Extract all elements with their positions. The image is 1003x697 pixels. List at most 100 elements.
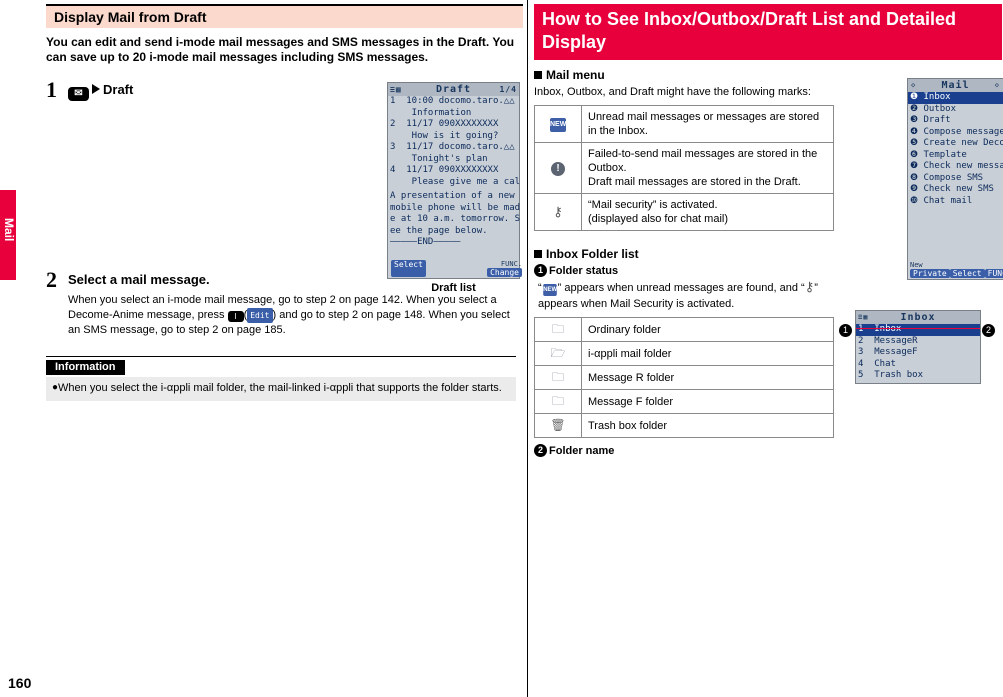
inbox-row[interactable]: 5 Trash box — [856, 370, 980, 382]
mail-screen-wrap: ◇ Mail ◇ ❶ Inbox ❷ Outbox ❸ Draft ❹ Comp… — [907, 78, 1003, 280]
information-item: When you select the i-αppli mail folder,… — [58, 382, 502, 394]
mail-screen-softkeys: New Private Select FUNC. — [908, 261, 1003, 278]
exclamation-icon: ! — [551, 161, 565, 176]
mail-menu-item-outbox[interactable]: ❷ Outbox — [908, 104, 1003, 116]
new-mail-icon: NEW — [550, 118, 566, 132]
key-lock-icon-cell: ⚷ — [534, 193, 582, 231]
step-2-head: Select a mail message. — [68, 272, 210, 287]
draft-row[interactable]: 3 11/17 docomo.taro.△△ — [388, 142, 519, 154]
diamond-right-icon: ◇ — [994, 81, 1000, 89]
folder-status-desc-a: “ — [538, 282, 542, 294]
table-row: ⚷ “Mail security” is activated. (display… — [534, 193, 834, 231]
mail-menu-item-create-decome-anime[interactable]: ❺ Create new Decome-Anime — [908, 138, 1003, 150]
information-block: Information ●When you select the i-αppli… — [46, 356, 523, 401]
folder-type-table: 🗀 Ordinary folder 🗁 i-αppli mail folder … — [534, 317, 834, 438]
mail-menu-row-text-2b: Draft mail messages are stored in the Dr… — [588, 176, 801, 188]
folder-status-desc-b: ” appears when unread messages are found… — [557, 282, 805, 294]
mail-menu-item-chat-mail[interactable]: ❿ Chat mail — [908, 196, 1003, 208]
folder-type-text: Trash box folder — [581, 413, 834, 438]
draft-screen-wrap: ≡▦ Draft 1/4 1 10:00 docomo.taro.△△ Info… — [387, 82, 522, 294]
mail-menu-item-template[interactable]: ❻ Template — [908, 150, 1003, 162]
callout-1: 1 — [839, 324, 852, 337]
mail-menu-row-text-2a: Failed-to-send mail messages are stored … — [588, 148, 818, 174]
softkey-select-mail[interactable]: Select — [949, 269, 985, 278]
inbox-row[interactable]: 3 MessageF — [856, 347, 980, 359]
draft-preview-line: ee the page below. — [390, 225, 488, 236]
new-mail-icon-cell: NEW — [534, 105, 582, 143]
mail-menu-row-text-3: “Mail security” is activated. (displayed… — [581, 193, 834, 231]
step-2-body: When you select an i-mode mail message, … — [68, 294, 510, 336]
callout-line — [856, 328, 980, 330]
message-f-folder-icon-cell: 🗀 — [534, 389, 582, 414]
mail-menu-item-inbox[interactable]: ❶ Inbox — [908, 92, 1003, 104]
table-row: 🗀 Message R folder — [534, 365, 834, 390]
folder-type-text: Ordinary folder — [581, 317, 834, 342]
draft-row[interactable]: 2 11/17 090XXXXXXXX — [388, 119, 519, 131]
inbox-row[interactable]: 2 MessageR — [856, 336, 980, 348]
folder-status-label-text: Folder status — [549, 265, 619, 277]
mail-menu-item-check-new-messages[interactable]: ❼ Check new messages — [908, 161, 1003, 173]
square-bullet-icon — [534, 71, 542, 79]
inbox-screen: ≡▦ Inbox 1 Inbox 2 MessageR 3 MessageF 4… — [855, 310, 981, 384]
inbox-folder-heading-label: Inbox Folder list — [546, 247, 639, 261]
mail-screen-titlebar: ◇ Mail ◇ — [908, 79, 1003, 92]
table-row: 🗀 Message F folder — [534, 389, 834, 414]
diamond-left-icon: ◇ — [911, 81, 917, 89]
section-title: Display Mail from Draft — [46, 4, 523, 28]
mail-key-icon: ✉ — [68, 87, 89, 101]
mail-menu-heading-label: Mail menu — [546, 68, 605, 82]
draft-row[interactable]: How is it going? — [388, 131, 519, 143]
table-row: NEW Unread mail messages or messages are… — [534, 105, 834, 143]
draft-preview-line: mobile phone will be mad — [390, 202, 521, 213]
softkey-func[interactable]: FUNC. — [501, 260, 522, 268]
callout-2: 2 — [982, 324, 995, 337]
marker-1: 1 — [534, 264, 547, 277]
step-2: 2 Select a mail message. When you select… — [46, 267, 523, 338]
inbox-screen-titlebar: ≡▦ Inbox — [856, 311, 980, 324]
folder-type-text: Message F folder — [581, 389, 834, 414]
folder-name-label: 2 Folder name — [534, 444, 1002, 457]
mail-menu-item-draft[interactable]: ❸ Draft — [908, 115, 1003, 127]
inbox-screen-title: Inbox — [900, 312, 936, 323]
side-tab-label: Mail — [2, 218, 16, 242]
iappli-mail-folder-icon: 🗁 — [550, 346, 566, 360]
softkey-new[interactable]: New — [910, 261, 923, 269]
left-column: Display Mail from Draft You can edit and… — [46, 0, 523, 401]
draft-row[interactable]: 4 11/17 090XXXXXXXX — [388, 165, 519, 177]
draft-row[interactable]: Tonight's plan — [388, 154, 519, 166]
square-bullet-icon-2 — [534, 250, 542, 258]
table-row: 🗑 Trash box folder — [534, 413, 834, 438]
table-row: 🗀 Ordinary folder — [534, 317, 834, 342]
page-number: 160 — [8, 675, 32, 691]
mail-menu-item-check-new-sms[interactable]: ❾ Check new SMS — [908, 184, 1003, 196]
key-lock-icon: ⚷ — [553, 203, 563, 219]
step-2-number: 2 — [46, 267, 57, 292]
draft-row[interactable]: Information — [388, 108, 519, 120]
draft-preview-line: ―――――END――――― — [390, 237, 461, 247]
trash-box-folder-icon: 🗑 — [550, 418, 566, 432]
mail-key-icon-inline: l — [227, 311, 244, 322]
key-lock-icon-inline: ⚷ — [804, 279, 815, 294]
intro-paragraph: You can edit and send i-mode mail messag… — [46, 35, 515, 64]
softkey-edit: Edit — [247, 308, 273, 323]
step-1-number: 1 — [46, 77, 57, 102]
right-column: How to See Inbox/Outbox/Draft List and D… — [534, 0, 1003, 457]
mail-screen: ◇ Mail ◇ ❶ Inbox ❷ Outbox ❸ Draft ❹ Comp… — [907, 78, 1003, 280]
mail-menu-item-compose-sms[interactable]: ❽ Compose SMS — [908, 173, 1003, 185]
softkey-func-mail[interactable]: FUNC. — [984, 269, 1003, 278]
softkey-private[interactable]: Private — [910, 269, 950, 278]
draft-row[interactable]: 1 10:00 docomo.taro.△△ — [388, 96, 519, 108]
new-mail-icon-inline: NEW — [542, 284, 557, 296]
trash-box-folder-icon-cell: 🗑 — [534, 413, 582, 438]
inbox-row[interactable]: 4 Chat — [856, 359, 980, 371]
draft-screen: ≡▦ Draft 1/4 1 10:00 docomo.taro.△△ Info… — [387, 82, 522, 279]
sort-icon-2: ≡▦ — [858, 313, 869, 321]
information-body: ●When you select the i-αppli mail folder… — [46, 377, 516, 401]
mail-menu-row-text-3a: “Mail security” is activated. — [588, 199, 718, 211]
folder-status-desc: “NEW” appears when unread messages are f… — [534, 280, 828, 311]
page-root: Mail Display Mail from Draft You can edi… — [0, 0, 1003, 697]
draft-row[interactable]: Please give me a cal — [388, 177, 520, 189]
sort-icon: ≡▦ — [390, 85, 402, 94]
message-r-folder-icon-cell: 🗀 — [534, 365, 582, 390]
mail-menu-item-compose-message[interactable]: ❹ Compose message — [908, 127, 1003, 139]
